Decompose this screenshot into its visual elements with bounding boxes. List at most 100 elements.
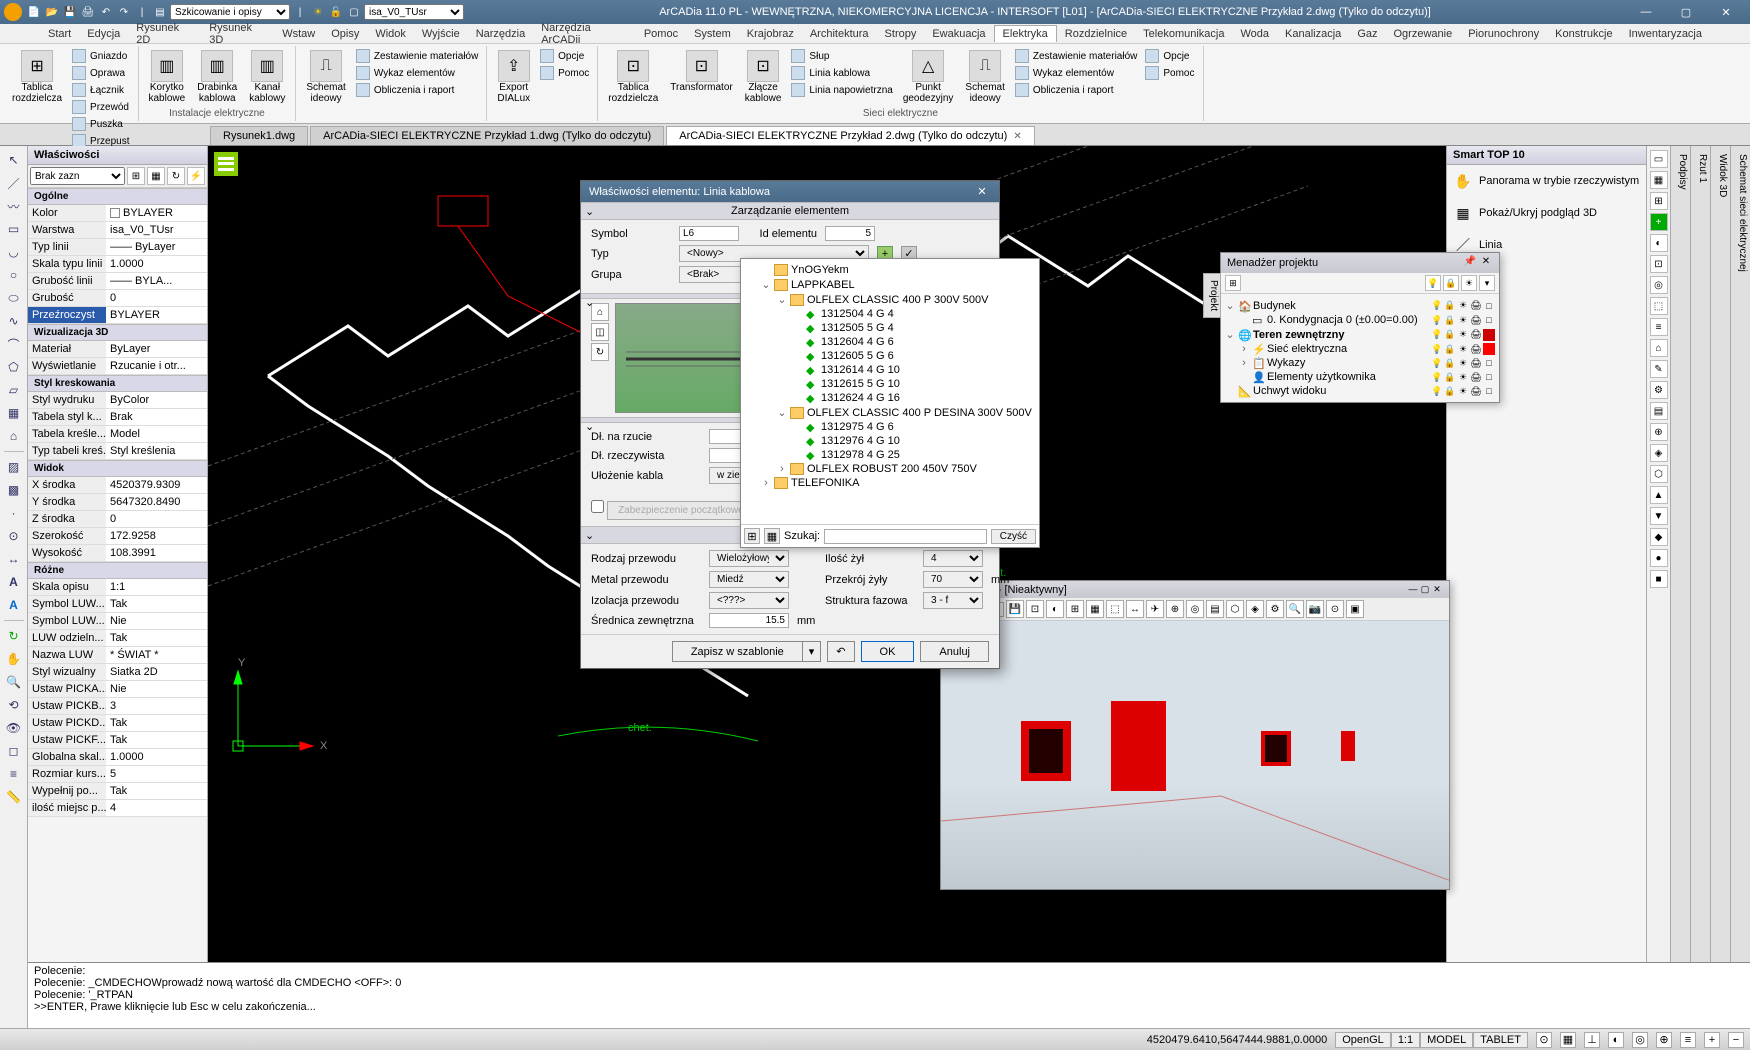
document-tab[interactable]: ArCADia-SIECI ELEKTRYCZNE Przykład 2.dwg… <box>666 126 1034 145</box>
right-vertical-tab[interactable]: Schemat sieci elektrycznej <box>1730 146 1750 1028</box>
tree-node[interactable]: ◆1312614 4 G 10 <box>745 363 1035 377</box>
qat-combo2[interactable]: isa_V0_TUsr <box>364 4 464 20</box>
undo-button[interactable]: ↶ <box>827 641 854 662</box>
ilosc-select[interactable]: 4 <box>923 550 983 567</box>
qat-box-icon[interactable]: ▢ <box>346 4 362 20</box>
tool-arc-icon[interactable]: ◡ <box>4 242 24 262</box>
document-tab[interactable]: Rysunek1.dwg <box>210 126 308 145</box>
tree-filter2-icon[interactable]: ▦ <box>764 528 780 544</box>
props-row[interactable]: Styl wydrukuByColor <box>28 392 207 409</box>
rtool-9-icon[interactable]: ⌂ <box>1650 339 1668 357</box>
menu-item[interactable]: Edycja <box>79 26 128 42</box>
projmgr-side-tab[interactable]: Projekt <box>1203 273 1221 318</box>
v3d-t11-icon[interactable]: ▤ <box>1206 600 1224 618</box>
chevron-down-icon[interactable]: ⌄ <box>585 420 594 433</box>
node-state-icon[interactable]: 🖨 <box>1470 385 1482 397</box>
chevron-down-icon[interactable]: ⌄ <box>585 529 594 542</box>
expand-icon[interactable]: › <box>1239 357 1249 369</box>
props-row[interactable]: Y środka5647320.8490 <box>28 494 207 511</box>
props-row[interactable]: X środka4520379.9309 <box>28 477 207 494</box>
project-tree-node[interactable]: 📐Uchwyt widoku💡🔒☀🖨□ <box>1225 384 1495 398</box>
punkt-geodezyjny-button[interactable]: △Punkt geodezyjny <box>899 48 958 106</box>
rtool-17-icon[interactable]: ▼ <box>1650 507 1668 525</box>
menu-item[interactable]: Piorunochrony <box>1460 26 1547 42</box>
tool-rect-icon[interactable]: ▭ <box>4 219 24 239</box>
props-row[interactable]: Skala opisu1:1 <box>28 579 207 596</box>
rtool-13-icon[interactable]: ⊕ <box>1650 423 1668 441</box>
props-section-header[interactable]: Różne <box>28 562 207 579</box>
props-row[interactable]: Warstwaisa_V0_TUsr <box>28 222 207 239</box>
v3d-t1-icon[interactable]: 💾 <box>1006 600 1024 618</box>
save-template-button[interactable]: Zapisz w szablonie <box>672 641 802 662</box>
view3d-min-icon[interactable]: — <box>1407 584 1419 596</box>
props-tool2-icon[interactable]: ▦ <box>147 167 165 185</box>
props-row[interactable]: PrzeźroczystBYLAYER <box>28 307 207 324</box>
v3d-t18-icon[interactable]: ▣ <box>1346 600 1364 618</box>
props-row[interactable]: Rozmiar kurs...5 <box>28 766 207 783</box>
expand-icon[interactable]: ⌄ <box>761 278 771 291</box>
rodzaj-select[interactable]: Wielożyłowy <box>709 550 789 567</box>
status-ortho-icon[interactable]: ⊥ <box>1584 1032 1600 1048</box>
izol-select[interactable]: <???> <box>709 592 789 609</box>
tool-spline-icon[interactable]: ∿ <box>4 311 24 331</box>
v3d-t9-icon[interactable]: ⊕ <box>1166 600 1184 618</box>
expand-icon[interactable]: ⌄ <box>777 406 787 419</box>
props-row[interactable]: Symbol LUW...Tak <box>28 596 207 613</box>
tool-box-icon[interactable]: ◻ <box>4 741 24 761</box>
node-state-icon[interactable]: 🔒 <box>1444 385 1456 397</box>
props-section-header[interactable]: Ogólne <box>28 188 207 205</box>
props-row[interactable]: Ustaw PICKF...Tak <box>28 732 207 749</box>
projmgr-menu-icon[interactable]: ▾ <box>1479 275 1495 291</box>
v3d-t3-icon[interactable]: ◐ <box>1046 600 1064 618</box>
tree-node[interactable]: ◆1312504 4 G 4 <box>745 307 1035 321</box>
tool-arc2-icon[interactable]: ⌒ <box>4 334 24 354</box>
tool-eye-icon[interactable]: 👁 <box>4 718 24 738</box>
node-state-icon[interactable]: □ <box>1483 371 1495 383</box>
tree-node[interactable]: ◆1312604 4 G 6 <box>745 335 1035 349</box>
tool-dim-icon[interactable]: ↔ <box>4 549 24 569</box>
qat-layer-icon[interactable]: ▤ <box>152 4 168 20</box>
ribbon-small-item[interactable]: Pomoc <box>1143 65 1196 81</box>
rtool-15-icon[interactable]: ⬡ <box>1650 465 1668 483</box>
props-row[interactable]: Wypełnij po...Tak <box>28 783 207 800</box>
node-state-icon[interactable]: □ <box>1483 385 1495 397</box>
expand-icon[interactable]: › <box>761 477 771 489</box>
menu-item[interactable]: Narzędzia <box>468 26 534 42</box>
ribbon-small-item[interactable]: Linia kablowa <box>789 65 894 81</box>
node-state-icon[interactable]: ☀ <box>1457 314 1469 326</box>
chk1-wrapper[interactable]: Zabezpieczenie początkowe <box>591 500 755 520</box>
tool-pan-icon[interactable]: ✋ <box>4 649 24 669</box>
view3d-max-icon[interactable]: ▢ <box>1419 584 1431 596</box>
v3d-t10-icon[interactable]: ◎ <box>1186 600 1204 618</box>
props-row[interactable]: Grubość0 <box>28 290 207 307</box>
ribbon-button[interactable]: ⊡Tablica rozdzielcza <box>604 48 662 106</box>
projmgr-sun-icon[interactable]: ☀ <box>1461 275 1477 291</box>
status-snap-icon[interactable]: ⊙ <box>1536 1032 1552 1048</box>
props-row[interactable]: Wysokość108.3991 <box>28 545 207 562</box>
node-state-icon[interactable]: 💡 <box>1431 371 1443 383</box>
ribbon-button[interactable]: ⊡Transformator <box>666 48 736 106</box>
schemat-ideowy2-button[interactable]: ⎍Schemat ideowy <box>961 48 1008 106</box>
view3d-canvas[interactable] <box>941 621 1449 889</box>
node-state-icon[interactable]: 🖨 <box>1470 371 1482 383</box>
status-button[interactable]: 1:1 <box>1391 1032 1420 1048</box>
chevron-down-icon[interactable]: ⌄ <box>585 296 594 309</box>
status-lwt-icon[interactable]: ≡ <box>1680 1032 1696 1048</box>
props-row[interactable]: Ustaw PICKD...Tak <box>28 715 207 732</box>
menu-item[interactable]: Opisy <box>323 26 367 42</box>
node-state-icon[interactable]: 💡 <box>1431 343 1443 355</box>
qat-redo-icon[interactable]: ↷ <box>116 4 132 20</box>
save-template-dropdown[interactable]: ▾ <box>802 641 822 662</box>
props-section-header[interactable]: Widok <box>28 460 207 477</box>
qat-undo-icon[interactable]: ↶ <box>98 4 114 20</box>
tree-node[interactable]: ›TELEFONIKA <box>745 476 1035 490</box>
props-row[interactable]: Ustaw PICKA...Nie <box>28 681 207 698</box>
projmgr-bulb-icon[interactable]: 💡 <box>1425 275 1441 291</box>
v3d-t4-icon[interactable]: ⊞ <box>1066 600 1084 618</box>
status-osnap-icon[interactable]: ◎ <box>1632 1032 1648 1048</box>
rtool-12-icon[interactable]: ▤ <box>1650 402 1668 420</box>
node-state-icon[interactable]: 💡 <box>1431 329 1443 341</box>
maximize-button[interactable]: ▢ <box>1666 0 1706 24</box>
document-tab[interactable]: ArCADia-SIECI ELEKTRYCZNE Przykład 1.dwg… <box>310 126 664 145</box>
ok-button[interactable]: OK <box>861 641 915 662</box>
